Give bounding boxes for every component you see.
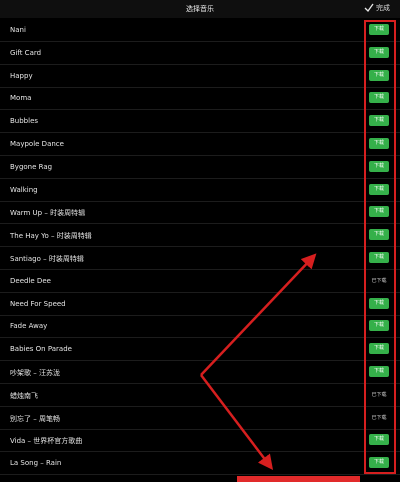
song-row[interactable]: Babies On Parade 下载: [0, 338, 400, 362]
song-title: Happy: [10, 71, 33, 80]
done-label: 完成: [376, 4, 390, 12]
song-title: Babies On Parade: [10, 345, 72, 354]
song-title: Gift Card: [10, 48, 42, 57]
download-button[interactable]: 下载: [369, 457, 389, 469]
song-title: The Hay Yo – 时装周特辑: [10, 232, 92, 241]
song-row[interactable]: Need For Speed 下载: [0, 293, 400, 316]
song-title: 吵架歌 – 汪苏泷: [10, 369, 60, 377]
download-button[interactable]: 下载: [369, 206, 389, 218]
download-button[interactable]: 下载: [369, 320, 389, 332]
song-row[interactable]: Walking 下载: [0, 179, 400, 202]
song-row[interactable]: Bygone Rag 下载: [0, 156, 400, 179]
annotation-bottom-bar: [237, 476, 360, 482]
song-row[interactable]: 蜡烛南飞 已下载: [0, 384, 400, 407]
song-row[interactable]: Bubbles 下载: [0, 110, 400, 134]
song-row[interactable]: La Song – Rain 下载: [0, 452, 400, 476]
song-row[interactable]: Happy 下载: [0, 65, 400, 88]
download-button[interactable]: 下载: [369, 24, 389, 35]
download-button[interactable]: 下载: [369, 434, 389, 446]
song-title: Nani: [10, 26, 26, 34]
download-button[interactable]: 下载: [369, 366, 389, 377]
song-row[interactable]: Maypole Dance 下载: [0, 133, 400, 156]
header-bar: 选择音乐 完成: [0, 0, 400, 18]
download-button[interactable]: 下载: [369, 46, 389, 58]
song-row[interactable]: Nani 下载: [0, 19, 400, 42]
song-row[interactable]: Moma 下载: [0, 87, 400, 111]
song-title: Need For Speed: [10, 299, 66, 308]
screen: 选择音乐 完成 Nani 下载 Gift Card 下载 Happy 下载 Moma 下载 Bu…: [0, 0, 400, 482]
song-title: Santiago – 时装周特辑: [10, 255, 84, 263]
song-row[interactable]: Warm Up – 时装周特辑 下载: [0, 201, 400, 225]
download-button[interactable]: 下载: [369, 160, 389, 172]
download-button[interactable]: 下载: [369, 69, 389, 81]
downloaded-status: 已下载: [371, 391, 387, 398]
download-button[interactable]: 下载: [369, 297, 389, 309]
song-title: Vida – 世界杯官方歌曲: [10, 437, 83, 446]
song-row[interactable]: Deedle Dee 已下载: [0, 270, 400, 293]
song-title: Bubbles: [10, 117, 39, 126]
download-button[interactable]: 下载: [369, 92, 389, 104]
song-row[interactable]: Gift Card 下载: [0, 42, 400, 65]
song-title: La Song – Rain: [10, 459, 62, 468]
download-button[interactable]: 下载: [369, 183, 389, 195]
downloaded-status: 已下载: [371, 414, 387, 421]
song-title: Maypole Dance: [10, 140, 64, 148]
song-title: 蜡烛南飞: [10, 391, 38, 400]
song-row[interactable]: 别忘了 – 周笔畅 已下载: [0, 407, 400, 430]
song-row[interactable]: Santiago – 时装周特辑 下载: [0, 247, 400, 270]
page-title: 选择音乐: [186, 5, 214, 13]
song-row[interactable]: The Hay Yo – 时装周特辑 下载: [0, 224, 400, 248]
song-row[interactable]: Vida – 世界杯官方歌曲 下载: [0, 429, 400, 453]
song-title: Moma: [10, 94, 32, 103]
song-title: Warm Up – 时装周特辑: [10, 209, 86, 218]
song-row[interactable]: 吵架歌 – 汪苏泷 下载: [0, 361, 400, 384]
checkmark-icon: [364, 3, 374, 13]
download-button[interactable]: 下载: [369, 115, 389, 127]
song-title: Deedle Dee: [10, 276, 51, 285]
download-button[interactable]: 下载: [369, 252, 389, 263]
song-title: 别忘了 – 周笔畅: [10, 414, 60, 423]
song-title: Fade Away: [10, 322, 48, 331]
download-button[interactable]: 下载: [369, 229, 389, 241]
song-title: Walking: [10, 185, 38, 194]
download-button[interactable]: 下载: [369, 138, 389, 149]
downloaded-status: 已下载: [371, 277, 387, 284]
song-title: Bygone Rag: [10, 162, 53, 171]
song-row[interactable]: Fade Away 下载: [0, 315, 400, 339]
download-button[interactable]: 下载: [369, 343, 389, 355]
done-button[interactable]: 完成: [364, 3, 390, 13]
